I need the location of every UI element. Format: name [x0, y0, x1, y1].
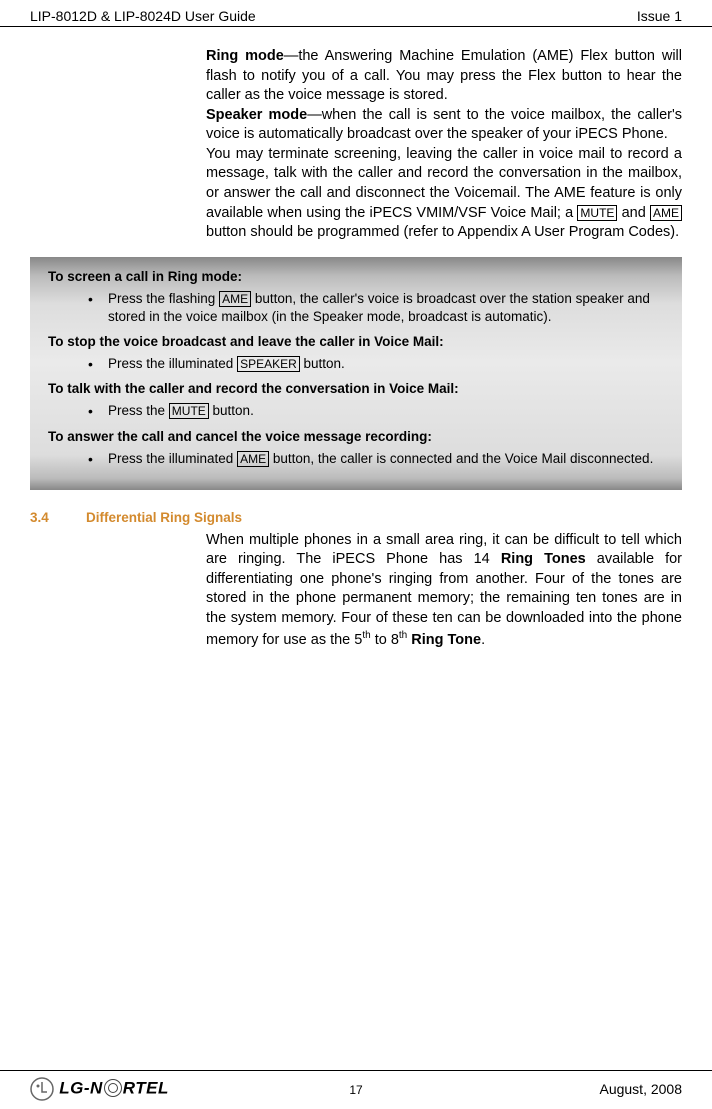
footer-date: August, 2008 [599, 1081, 682, 1097]
logo-circle-icon [104, 1079, 122, 1097]
ring-mode-label: Ring mode [206, 48, 284, 64]
speaker-mode-label: Speaker mode [206, 107, 307, 123]
lg-nortel-logo: LG-N RTEL [30, 1077, 169, 1101]
section-heading: 3.4 Differential Ring Signals [30, 510, 682, 525]
item2-after: button. [300, 356, 345, 371]
speaker-key: SPEAKER [237, 356, 300, 372]
list-item: Press the flashing AME button, the calle… [88, 290, 664, 326]
item3-before: Press the [108, 403, 169, 418]
page-content: Ring mode—the Answering Machine Emulatio… [0, 27, 712, 650]
box-list-3: Press the MUTE button. [48, 402, 664, 420]
box-list-4: Press the illuminated AME button, the ca… [48, 450, 664, 468]
list-item: Press the MUTE button. [88, 402, 664, 420]
header-left: LIP-8012D & LIP-8024D User Guide [30, 8, 256, 24]
page-number: 17 [349, 1083, 362, 1097]
instruction-box: To screen a call in Ring mode: Press the… [30, 257, 682, 490]
section-text-mid2: to 8 [371, 631, 399, 647]
item2-before: Press the illuminated [108, 356, 237, 371]
logo-text-1: LG-N [59, 1078, 103, 1097]
list-item: Press the illuminated AME button, the ca… [88, 450, 664, 468]
para3-mid: and [617, 205, 650, 221]
sup-8th: th [399, 630, 407, 641]
ring-tones-bold: Ring Tones [501, 551, 586, 567]
ame-key: AME [237, 451, 269, 467]
ame-key: AME [650, 205, 682, 221]
box-list-1: Press the flashing AME button, the calle… [48, 290, 664, 326]
intro-paragraphs: Ring mode—the Answering Machine Emulatio… [206, 47, 682, 243]
mute-key: MUTE [169, 403, 209, 419]
lg-logo-icon [30, 1077, 54, 1101]
page-header: LIP-8012D & LIP-8024D User Guide Issue 1 [0, 0, 712, 27]
box-list-2: Press the illuminated SPEAKER button. [48, 355, 664, 373]
box-title-4: To answer the call and cancel the voice … [48, 429, 664, 444]
box-title-1: To screen a call in Ring mode: [48, 269, 664, 284]
list-item: Press the illuminated SPEAKER button. [88, 355, 664, 373]
section-body: When multiple phones in a small area rin… [206, 531, 682, 650]
item3-after: button. [209, 403, 254, 418]
section-text-after: . [481, 631, 485, 647]
logo-text-2: RTEL [123, 1078, 169, 1097]
page-footer: LG-N RTEL August, 2008 17 [0, 1070, 712, 1101]
item4-before: Press the illuminated [108, 451, 237, 466]
item1-before: Press the flashing [108, 291, 219, 306]
para3-after: button should be programmed (refer to Ap… [206, 224, 679, 240]
item4-after: button, the caller is connected and the … [269, 451, 653, 466]
section-title: Differential Ring Signals [86, 510, 242, 525]
box-title-3: To talk with the caller and record the c… [48, 381, 664, 396]
ame-key: AME [219, 291, 251, 307]
ring-tone-bold: Ring Tone [411, 631, 481, 647]
box-title-2: To stop the voice broadcast and leave th… [48, 334, 664, 349]
sup-5th: th [362, 630, 370, 641]
section-number: 3.4 [30, 510, 86, 525]
header-right: Issue 1 [637, 8, 682, 24]
mute-key: MUTE [577, 205, 617, 221]
